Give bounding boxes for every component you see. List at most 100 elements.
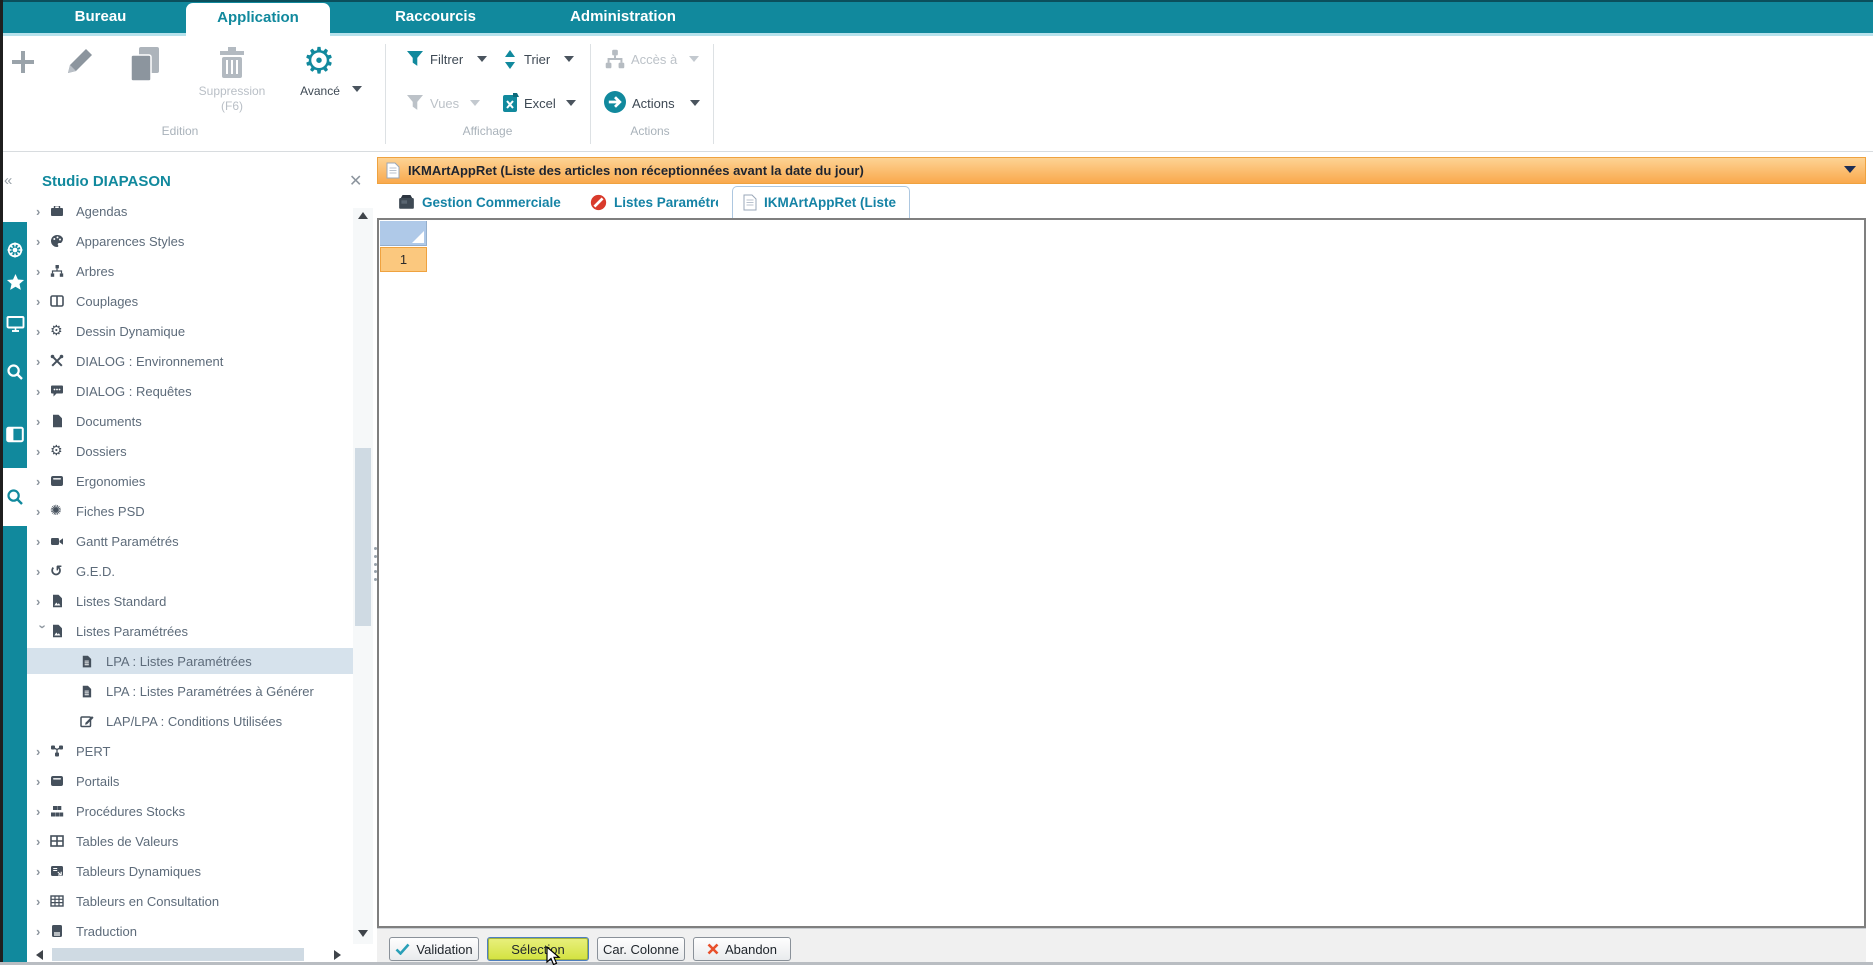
tree-item[interactable]: ›Couplages: [30, 286, 352, 316]
chevron-right-icon[interactable]: ›: [36, 534, 50, 549]
grid-select-all-corner[interactable]: [380, 221, 427, 246]
sort-dropdown-caret[interactable]: [564, 56, 574, 62]
window-icon: [50, 773, 68, 789]
tree-hscrollbar-thumb[interactable]: [52, 948, 304, 961]
tree-item-label: Listes Standard: [76, 594, 166, 609]
scroll-down-icon[interactable]: [358, 930, 368, 937]
abandon-button[interactable]: Abandon: [693, 937, 791, 961]
tree-item[interactable]: › Listes Standard: [30, 586, 352, 616]
tree-item[interactable]: ›Agendas: [30, 196, 352, 226]
delete-button[interactable]: [212, 44, 252, 82]
tab-raccourcis[interactable]: Raccourcis: [378, 0, 493, 36]
document-tab[interactable]: Gestion Commerciale ...: [388, 187, 574, 217]
document-tab[interactable]: Listes Paramétrées: [580, 187, 728, 217]
add-button[interactable]: [4, 42, 42, 82]
tree-item[interactable]: ›⚙Dessin Dynamique: [30, 316, 352, 346]
tree-item[interactable]: LPA : Listes Paramétrées à Générer: [30, 676, 352, 706]
chevron-right-icon[interactable]: ›: [36, 384, 50, 399]
excel-button[interactable]: Excel: [524, 96, 556, 111]
sort-button[interactable]: Trier: [524, 52, 550, 67]
chevron-right-icon[interactable]: ›: [36, 294, 50, 309]
tab-bureau[interactable]: Bureau: [48, 0, 153, 36]
chevron-down-icon[interactable]: ›: [36, 624, 51, 638]
tree-item[interactable]: ›Tableurs Dynamiques: [30, 856, 352, 886]
panel-icon[interactable]: [3, 414, 27, 454]
tree-item[interactable]: ›Procédures Stocks: [30, 796, 352, 826]
filter-icon[interactable]: [406, 50, 424, 68]
chevron-right-icon[interactable]: ›: [36, 264, 50, 279]
tab-administration[interactable]: Administration: [548, 0, 698, 36]
chevron-right-icon[interactable]: ›: [36, 594, 50, 609]
chevron-right-icon[interactable]: ›: [36, 804, 50, 819]
chevron-right-icon[interactable]: ›: [36, 474, 50, 489]
document-tab-label: Listes Paramétrées: [614, 195, 718, 210]
chevron-right-icon[interactable]: ›: [36, 774, 50, 789]
advanced-gear-icon[interactable]: ⚙: [298, 38, 340, 84]
tree-item[interactable]: ›Ergonomies: [30, 466, 352, 496]
car-colonne-button[interactable]: Car. Colonne: [597, 937, 685, 961]
tree-item[interactable]: ›Listes Paramétrées: [30, 616, 352, 646]
chevron-right-icon[interactable]: ›: [36, 504, 50, 519]
chevron-right-icon[interactable]: ›: [36, 564, 50, 579]
chevron-right-icon[interactable]: ›: [36, 444, 50, 459]
s-lection-button[interactable]: Sélection: [487, 937, 589, 961]
search-icon[interactable]: [3, 352, 27, 392]
tree-item[interactable]: ›Tableurs en Consultation: [30, 886, 352, 916]
chevron-right-icon[interactable]: ›: [36, 204, 50, 219]
tree-item[interactable]: ›Documents: [30, 406, 352, 436]
sort-icon[interactable]: [502, 49, 518, 69]
tab-application[interactable]: Application: [186, 3, 330, 36]
grid-canvas[interactable]: [377, 218, 1866, 928]
chevron-right-icon[interactable]: ›: [36, 834, 50, 849]
scroll-left-icon[interactable]: [36, 950, 43, 960]
actions-button[interactable]: Actions: [632, 96, 675, 111]
copy-button[interactable]: [124, 42, 166, 86]
filter-dropdown-caret[interactable]: [477, 56, 487, 62]
excel-icon[interactable]: [502, 92, 520, 112]
tree-scrollbar-thumb[interactable]: [355, 448, 371, 626]
tree-item[interactable]: ›PERT: [30, 736, 352, 766]
tree-item-label: Arbres: [76, 264, 114, 279]
tree-item[interactable]: ›Portails: [30, 766, 352, 796]
chevron-right-icon[interactable]: ›: [36, 324, 50, 339]
tree-item[interactable]: ›Tables de Valeurs: [30, 826, 352, 856]
tree-item[interactable]: ›Traduction: [30, 916, 352, 946]
advanced-dropdown-caret[interactable]: [352, 86, 362, 92]
document-tab[interactable]: IKMArtAppRet (Liste ...: [732, 186, 910, 218]
monitor-icon[interactable]: [3, 304, 27, 344]
chevron-right-icon[interactable]: ›: [36, 414, 50, 429]
tree-item[interactable]: LPA : Listes Paramétrées: [30, 646, 352, 676]
actions-icon[interactable]: [604, 91, 626, 113]
document-banner[interactable]: IKMArtAppRet (Liste des articles non réc…: [377, 157, 1866, 184]
chevron-right-icon[interactable]: ›: [36, 354, 50, 369]
tree-item[interactable]: ›⚙Dossiers: [30, 436, 352, 466]
tree-item[interactable]: › Arbres: [30, 256, 352, 286]
tree-item[interactable]: LAP/LPA : Conditions Utilisées: [30, 706, 352, 736]
scroll-right-icon[interactable]: [334, 950, 341, 960]
close-icon[interactable]: ✕: [349, 171, 362, 191]
actions-dropdown-caret[interactable]: [690, 100, 700, 106]
gear-icon: ⚙: [50, 323, 68, 339]
excel-dropdown-caret[interactable]: [566, 100, 576, 106]
chevron-right-icon[interactable]: ›: [36, 864, 50, 879]
edit-button[interactable]: [58, 42, 98, 84]
collapse-sidebar-icon[interactable]: «: [4, 172, 9, 189]
chevron-right-icon[interactable]: ›: [36, 894, 50, 909]
chevron-right-icon[interactable]: ›: [36, 234, 50, 249]
tree-item[interactable]: ›Gantt Paramétrés: [30, 526, 352, 556]
tree-item[interactable]: ›Apparences Styles: [30, 226, 352, 256]
grid-row-header[interactable]: 1: [380, 247, 427, 272]
scroll-up-icon[interactable]: [358, 212, 368, 219]
tree-item[interactable]: ›✺Fiches PSD: [30, 496, 352, 526]
tree-item[interactable]: ›↺G.E.D.: [30, 556, 352, 586]
advanced-button-label[interactable]: Avancé: [292, 84, 348, 98]
chevron-right-icon[interactable]: ›: [36, 744, 50, 759]
chevron-right-icon[interactable]: ›: [36, 924, 50, 939]
validation-button[interactable]: Validation: [389, 937, 479, 961]
tree-item[interactable]: ›DIALOG : Environnement: [30, 346, 352, 376]
search-icon[interactable]: [3, 468, 27, 526]
filter-button[interactable]: Filtrer: [430, 52, 463, 67]
star-icon[interactable]: [3, 262, 27, 302]
tree-item[interactable]: ›DIALOG : Requêtes: [30, 376, 352, 406]
banner-dropdown-caret[interactable]: [1844, 166, 1856, 173]
